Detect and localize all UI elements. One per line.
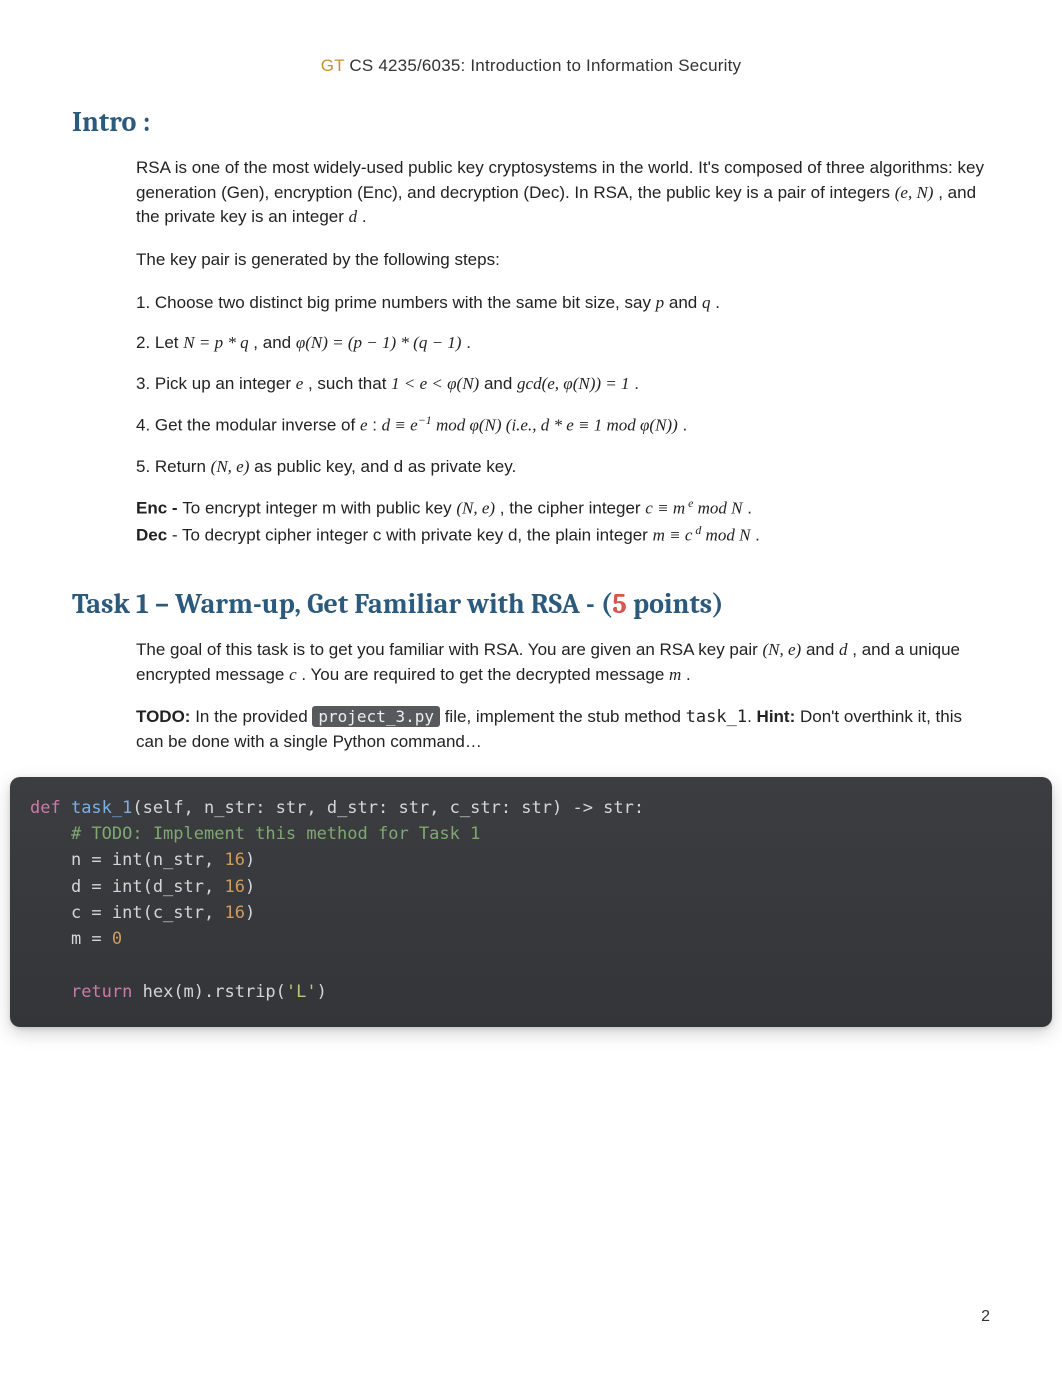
filename-code: project_3.py [312,706,440,727]
step-3: 3. Pick up an integer e , such that 1 < … [136,372,990,397]
task1-paragraph-1: The goal of this task is to get you fami… [136,638,990,687]
enc-line: Enc - To encrypt integer m with public k… [136,495,990,548]
intro-heading: Intro : [72,106,990,138]
task1-content: The goal of this task is to get you fami… [136,638,990,755]
task1-heading: Task 1 – Warm-up, Get Familiar with RSA … [72,588,990,620]
code-block: def task_1(self, n_str: str, d_str: str,… [10,777,1052,1028]
method-name: task_1 [686,707,747,727]
page-number: 2 [981,1308,990,1326]
task1-todo: TODO: In the provided project_3.py file,… [136,705,990,754]
header-gt: GT [321,56,345,75]
intro-content: RSA is one of the most widely-used publi… [136,156,990,548]
page-header: GT CS 4235/6035: Introduction to Informa… [72,56,990,76]
intro-paragraph-1: RSA is one of the most widely-used publi… [136,156,990,230]
step-5: 5. Return (N, e) as public key, and d as… [136,455,990,480]
header-course: CS 4235/6035: Introduction to Informatio… [345,56,742,75]
step-4: 4. Get the modular inverse of e : d ≡ e−… [136,412,990,438]
step-2: 2. Let N = p * q , and φ(N) = (p − 1) * … [136,331,990,356]
intro-paragraph-2: The key pair is generated by the followi… [136,248,990,273]
step-1: 1. Choose two distinct big prime numbers… [136,291,990,316]
